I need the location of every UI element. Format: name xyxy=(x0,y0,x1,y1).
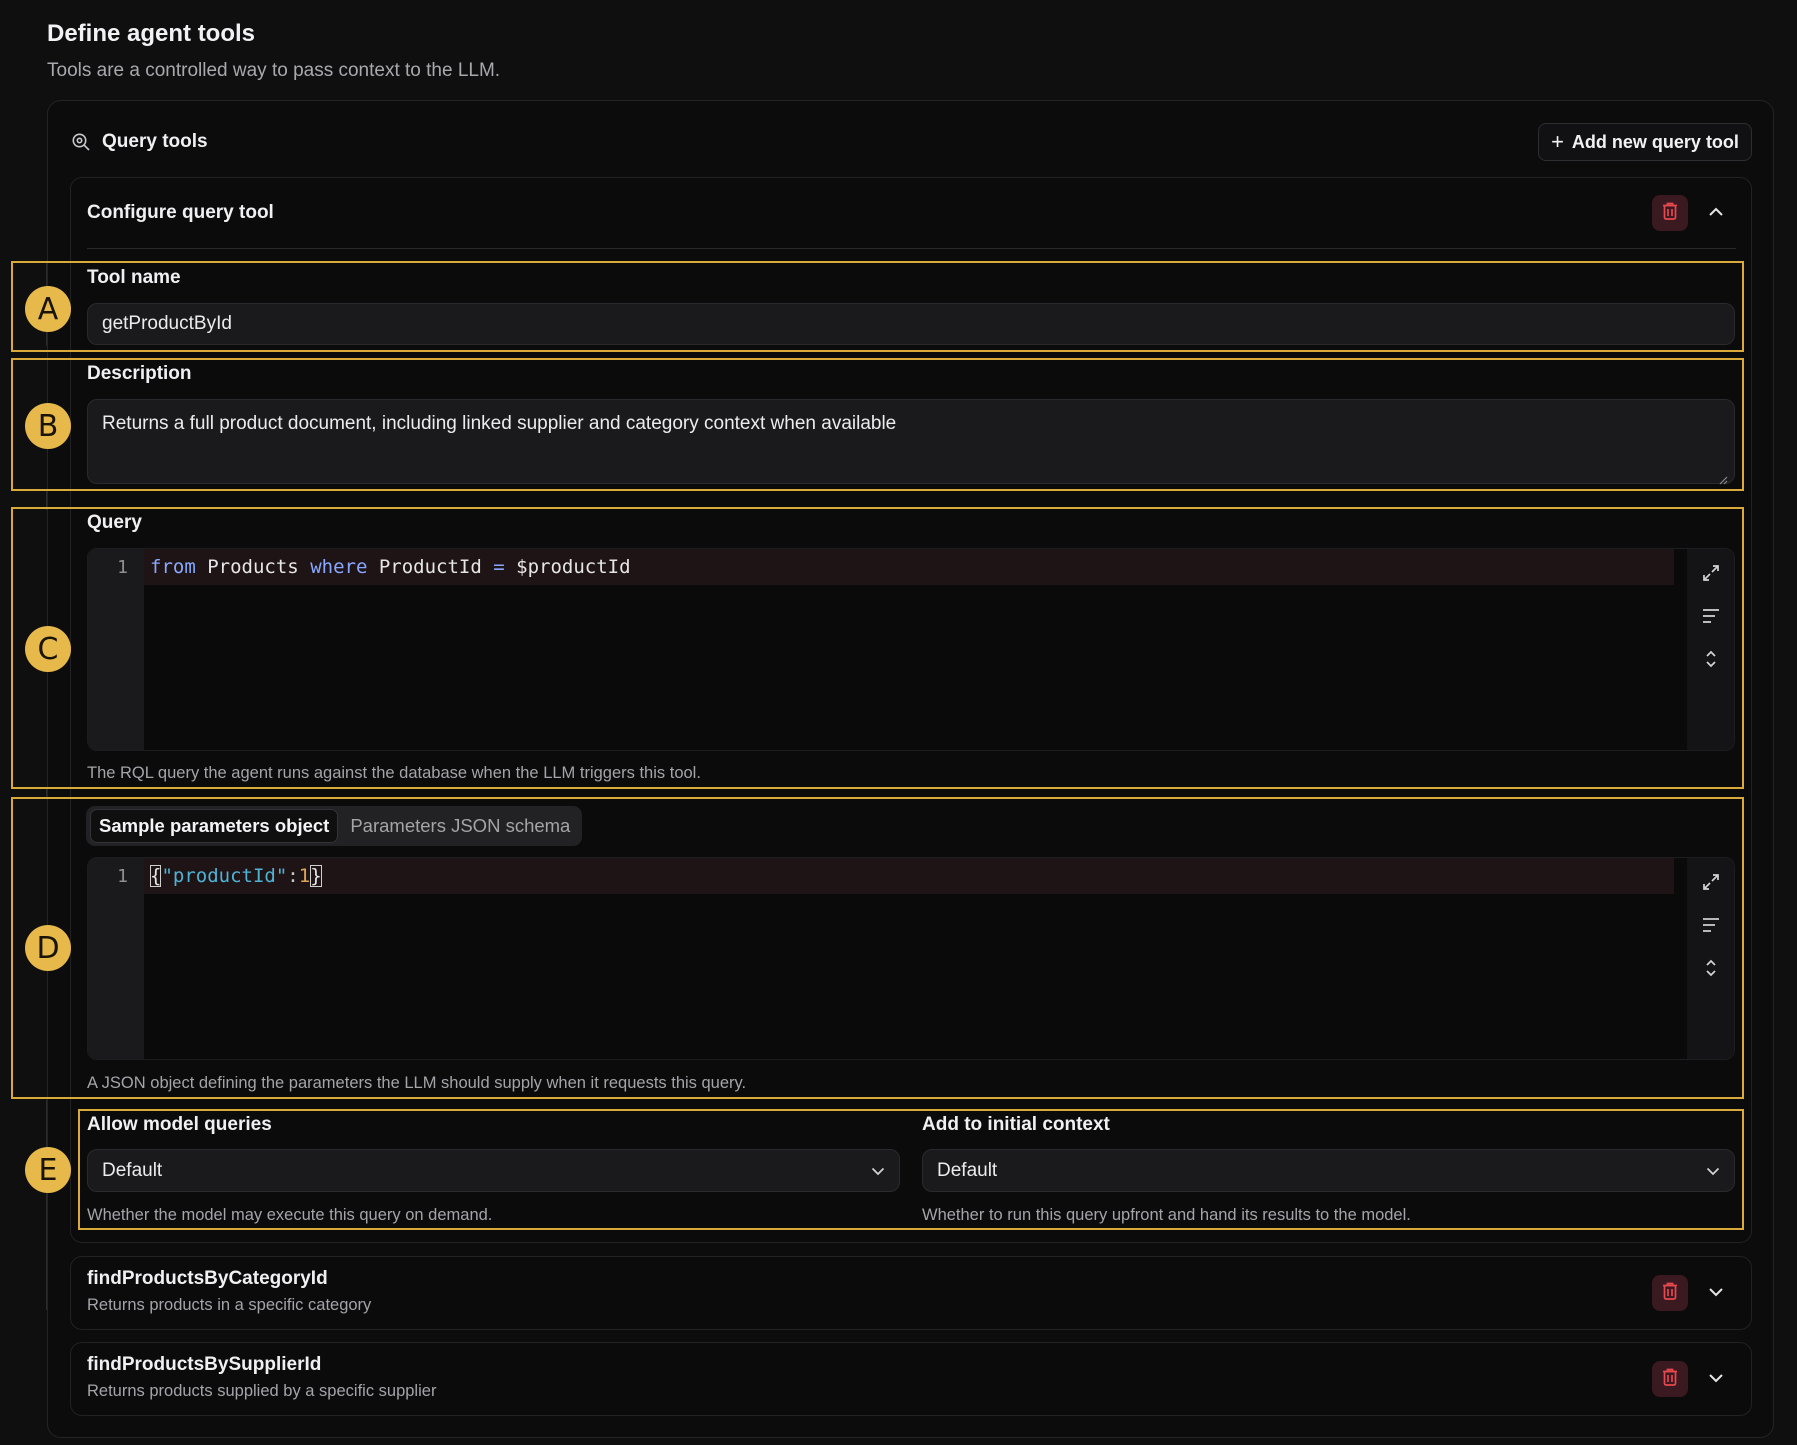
line-number: 1 xyxy=(117,557,128,578)
plus-icon: + xyxy=(1551,129,1564,154)
chevron-down-icon xyxy=(1706,1160,1720,1182)
configure-title: Configure query tool xyxy=(87,202,274,223)
expand-tool-button[interactable] xyxy=(1704,1367,1728,1391)
tool-row-description: Returns products in a specific category xyxy=(87,1296,372,1314)
editor-toolbar xyxy=(1687,858,1734,1059)
description-textarea[interactable]: Returns a full product document, includi… xyxy=(87,399,1735,485)
tool-row[interactable]: findProductsBySupplierId Returns product… xyxy=(70,1342,1752,1416)
annotation-badge-d: D xyxy=(25,925,71,971)
annotation-badge-c: C xyxy=(25,626,71,672)
fullscreen-button[interactable] xyxy=(1699,870,1723,894)
add-to-initial-context-select[interactable]: Default xyxy=(922,1149,1735,1192)
code-operator: = xyxy=(493,556,505,578)
unfold-icon xyxy=(1706,650,1716,668)
format-code-button[interactable] xyxy=(1699,604,1723,628)
tab-parameters-json-schema[interactable]: Parameters JSON schema xyxy=(342,810,578,842)
allow-model-queries-value: Default xyxy=(102,1159,163,1181)
delete-tool-button[interactable] xyxy=(1652,1275,1688,1311)
params-code-line[interactable]: {"productId":1} xyxy=(150,865,322,887)
annotation-badge-b: B xyxy=(25,403,71,449)
params-tab-bar: Sample parameters object Parameters JSON… xyxy=(86,806,583,846)
code-number: 1 xyxy=(298,865,311,887)
add-to-initial-context-label: Add to initial context xyxy=(922,1114,1110,1135)
align-lines-icon xyxy=(1703,918,1719,932)
trash-icon xyxy=(1661,1367,1679,1392)
query-help-text: The RQL query the agent runs against the… xyxy=(87,764,701,782)
editor-toolbar xyxy=(1687,549,1734,750)
tool-row-name: findProductsByCategoryId xyxy=(87,1268,328,1289)
query-label: Query xyxy=(87,512,142,533)
page-title: Define agent tools xyxy=(47,20,256,47)
allow-model-queries-help: Whether the model may execute this query… xyxy=(87,1206,493,1224)
description-value: Returns a full product document, includi… xyxy=(102,413,897,434)
code-keyword: from xyxy=(150,556,196,578)
fold-code-button[interactable] xyxy=(1699,956,1723,980)
format-code-button[interactable] xyxy=(1699,913,1723,937)
annotation-badge-e: E xyxy=(25,1147,71,1193)
annotation-badge-a: A xyxy=(25,286,71,332)
tab-sample-parameters-object[interactable]: Sample parameters object xyxy=(90,809,339,843)
code-field: ProductId xyxy=(378,556,482,578)
trash-icon xyxy=(1661,201,1679,226)
expand-arrows-icon xyxy=(1703,565,1719,581)
code-brace: { xyxy=(150,865,162,887)
tool-row[interactable]: findProductsByCategoryId Returns product… xyxy=(70,1256,1752,1330)
line-number: 1 xyxy=(117,866,128,887)
delete-tool-button[interactable] xyxy=(1652,1361,1688,1397)
active-line-highlight xyxy=(144,858,1674,894)
chevron-down-icon xyxy=(871,1160,885,1182)
search-zoom-icon xyxy=(71,132,91,152)
divider xyxy=(87,248,1736,249)
delete-tool-button[interactable] xyxy=(1652,195,1688,231)
expand-tool-button[interactable] xyxy=(1704,1281,1728,1305)
description-label: Description xyxy=(87,363,192,384)
code-parameter: $productId xyxy=(516,556,631,578)
add-to-initial-context-help: Whether to run this query upfront and ha… xyxy=(922,1206,1411,1224)
fold-code-button[interactable] xyxy=(1699,647,1723,671)
allow-model-queries-select[interactable]: Default xyxy=(87,1149,900,1192)
params-help-text: A JSON object defining the parameters th… xyxy=(87,1074,747,1092)
query-code-editor[interactable]: 1 from Products where ProductId = $produ… xyxy=(87,548,1735,751)
resize-handle-icon[interactable] xyxy=(1718,469,1728,485)
add-button-label: Add new query tool xyxy=(1571,131,1739,152)
expand-arrows-icon xyxy=(1703,874,1719,890)
code-collection: Products xyxy=(207,556,299,578)
code-keyword: where xyxy=(310,556,368,578)
add-to-initial-context-value: Default xyxy=(937,1159,998,1181)
page-subtitle: Tools are a controlled way to pass conte… xyxy=(47,60,501,81)
code-brace: } xyxy=(310,865,322,887)
query-code-line[interactable]: from Products where ProductId = $product… xyxy=(150,556,631,578)
unfold-icon xyxy=(1706,959,1716,977)
section-label-query-tools: Query tools xyxy=(102,131,208,152)
line-number-gutter xyxy=(88,549,144,750)
trash-icon xyxy=(1661,1281,1679,1306)
align-lines-icon xyxy=(1703,609,1719,623)
tool-row-name: findProductsBySupplierId xyxy=(87,1354,322,1375)
chevron-down-icon xyxy=(1708,1284,1724,1302)
allow-model-queries-label: Allow model queries xyxy=(87,1114,272,1135)
line-number-gutter xyxy=(88,858,144,1059)
tool-row-description: Returns products supplied by a specific … xyxy=(87,1382,437,1400)
tool-name-label: Tool name xyxy=(87,267,181,288)
chevron-down-icon xyxy=(1708,1370,1724,1388)
code-colon: : xyxy=(287,865,299,887)
collapse-tool-button[interactable] xyxy=(1704,201,1728,225)
tool-name-value: getProductById xyxy=(102,313,232,334)
fullscreen-button[interactable] xyxy=(1699,561,1723,585)
code-string: "productId" xyxy=(161,865,288,887)
params-code-editor[interactable]: 1 {"productId":1} xyxy=(87,857,1735,1060)
chevron-up-icon xyxy=(1708,204,1724,222)
left-guide-line xyxy=(46,1100,47,1310)
add-new-query-tool-button[interactable]: + Add new query tool xyxy=(1538,123,1752,161)
tool-name-input[interactable]: getProductById xyxy=(87,303,1735,345)
